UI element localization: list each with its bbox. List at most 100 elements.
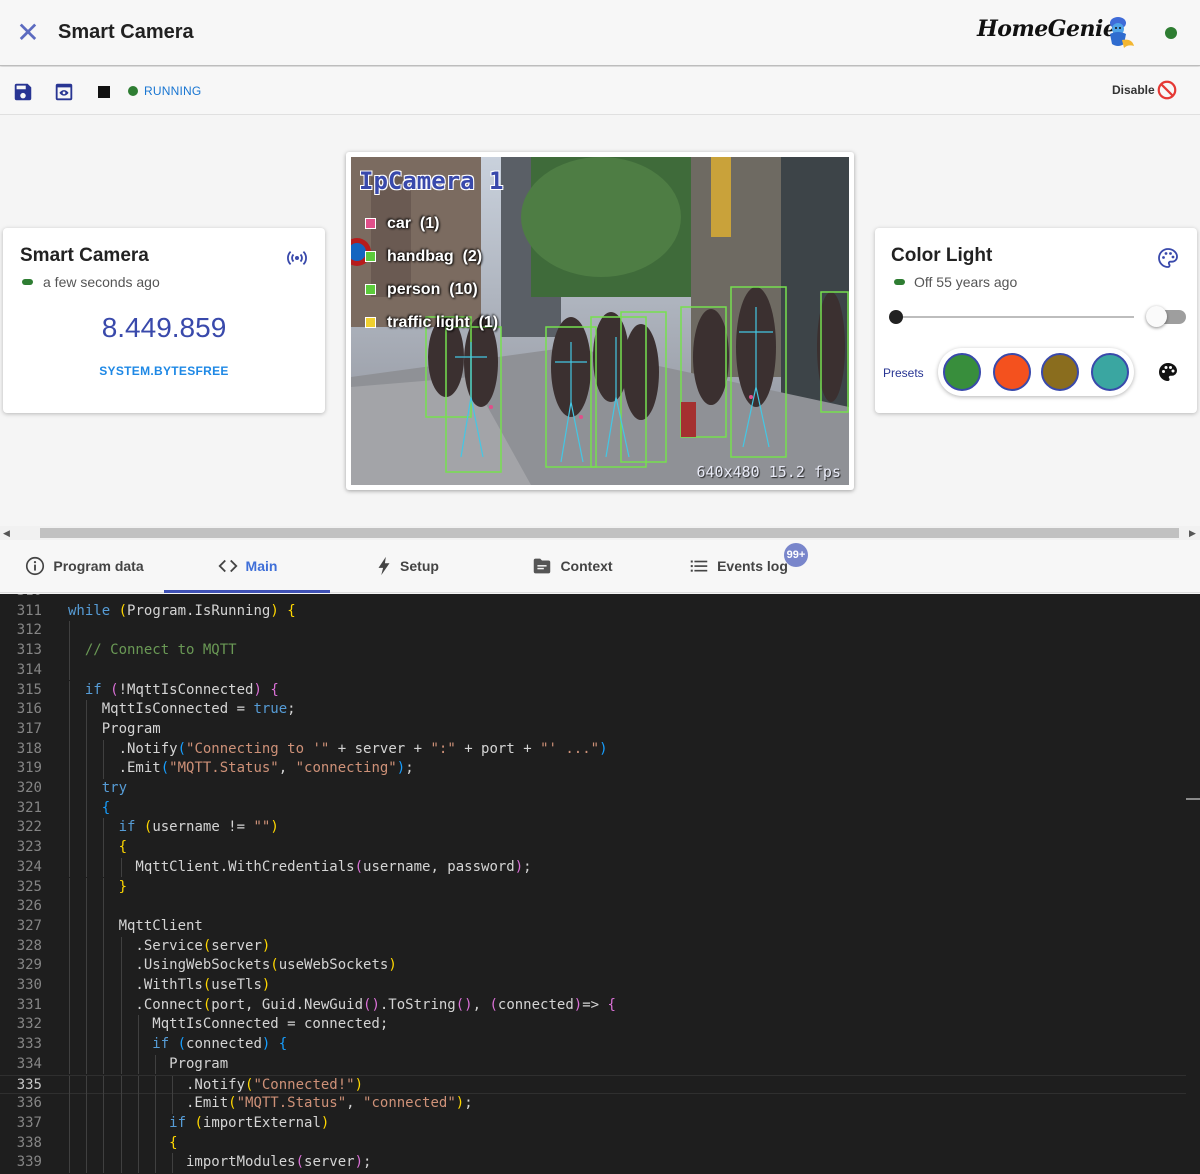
palette-icon[interactable] (1156, 246, 1180, 270)
code-line[interactable]: 331 .Connect(port, Guid.NewGuid().ToStri… (0, 995, 1186, 1016)
preset-color-2[interactable] (993, 353, 1031, 391)
code-line[interactable]: 313 // Connect to MQTT (0, 641, 1186, 661)
code-line[interactable]: 322 if (username != "") (0, 818, 1186, 839)
code-line[interactable]: 315 if (!MqttIsConnected) { (0, 680, 1186, 701)
code-line[interactable]: 328 .Service(server) (0, 936, 1186, 957)
code-line[interactable]: 312 (0, 621, 1186, 642)
block-icon[interactable] (1156, 79, 1178, 101)
broadcast-icon[interactable] (285, 246, 309, 270)
line-number: 337 (16, 1114, 42, 1131)
field-name-label[interactable]: SYSTEM.BYTESFREE (3, 364, 325, 378)
events-count-badge: 99+ (784, 543, 808, 567)
line-number: 329 (16, 957, 42, 974)
line-number: 323 (16, 839, 42, 856)
code-line[interactable]: 317 Program (0, 719, 1186, 740)
code-text: .Service(server) (68, 937, 271, 954)
save-icon[interactable] (12, 81, 34, 103)
camera-feed-image[interactable]: IpCamera 1 car (1) handbag (2) person (1… (351, 157, 849, 485)
editor-tabs: Program data Main Setup Context Events l… (0, 540, 1200, 593)
detection-color-swatch (365, 218, 376, 229)
scrollbar-thumb[interactable] (40, 528, 1179, 538)
code-line[interactable]: 311 while (Program.IsRunning) { (0, 602, 1186, 622)
code-text: .Emit("MQTT.Status", "connecting"); (68, 760, 414, 777)
code-line[interactable]: 319 .Emit("MQTT.Status", "connecting"); (0, 759, 1186, 779)
code-line[interactable]: 329 .UsingWebSockets(useWebSockets) (0, 956, 1186, 976)
code-line[interactable]: 323 { (0, 838, 1186, 858)
tab-context[interactable]: Context (520, 540, 624, 592)
color-picker-icon[interactable] (1156, 360, 1180, 384)
code-line[interactable]: 333 if (connected) { (0, 1035, 1186, 1055)
preset-color-1[interactable] (943, 353, 981, 391)
preset-color-3[interactable] (1041, 353, 1079, 391)
horizontal-scrollbar[interactable]: ◀ ▶ (0, 526, 1200, 540)
status-led (22, 279, 33, 285)
tab-program-data[interactable]: Program data (14, 540, 154, 592)
code-line[interactable]: 336 .Emit("MQTT.Status", "connected"); (0, 1094, 1186, 1114)
code-line[interactable]: 332 MqttIsConnected = connected; (0, 1015, 1186, 1036)
line-number: 330 (16, 977, 42, 993)
line-number: 315 (16, 681, 42, 698)
tab-label: Events log (717, 558, 788, 574)
code-line[interactable]: 318 .Notify("Connecting to '" + server +… (0, 739, 1186, 760)
tab-setup[interactable]: Setup (362, 540, 452, 592)
code-text: MqttIsConnected = true; (68, 701, 296, 718)
tab-events-log[interactable]: Events log (684, 540, 792, 592)
preview-icon[interactable] (53, 81, 75, 103)
scroll-right-icon[interactable]: ▶ (1189, 526, 1196, 540)
tab-label: Program data (53, 558, 144, 574)
stop-icon[interactable] (95, 83, 113, 101)
code-text: while (Program.IsRunning) { (68, 602, 296, 619)
line-number: 310 (0, 594, 42, 602)
line-number: 319 (16, 760, 42, 777)
camera-widget: IpCamera 1 car (1) handbag (2) person (1… (346, 152, 854, 490)
detection-color-swatch (365, 251, 376, 262)
code-line[interactable]: 334 Program (0, 1054, 1186, 1075)
close-icon[interactable]: ✕ (14, 19, 42, 47)
code-editor[interactable]: 310311 while (Program.IsRunning) { 312 313 … (0, 594, 1200, 1174)
code-text: Program (68, 720, 161, 737)
line-number: 311 (16, 602, 42, 619)
preset-color-4[interactable] (1091, 353, 1129, 391)
level-slider-track[interactable] (896, 316, 1134, 318)
code-line[interactable]: 320 try (0, 779, 1186, 799)
code-line[interactable]: 337 if (importExternal) (0, 1113, 1186, 1134)
tab-main[interactable]: Main (164, 540, 330, 592)
scroll-left-icon[interactable]: ◀ (3, 526, 10, 540)
editor-scroll-marker (1186, 798, 1200, 800)
program-toolbar: RUNNING Disable (0, 67, 1200, 115)
line-number: 332 (16, 1016, 42, 1033)
detection-count: (10) (449, 281, 478, 298)
code-line[interactable]: 324 MqttClient.WithCredentials(username,… (0, 857, 1186, 878)
code-line[interactable]: 316 MqttIsConnected = true; (0, 700, 1186, 720)
detection-color-swatch (365, 317, 376, 328)
code-line[interactable]: 338 { (0, 1133, 1186, 1154)
detection-traffic-light: traffic light (1) (365, 314, 498, 332)
code-line[interactable]: 314 (0, 660, 1186, 681)
line-number: 316 (16, 701, 42, 718)
power-switch-knob[interactable] (1146, 306, 1167, 327)
code-line[interactable]: 330 .WithTls(useTls) (0, 976, 1186, 996)
level-slider-thumb[interactable] (889, 310, 903, 324)
line-number: 335 (16, 1076, 42, 1093)
code-line[interactable]: 339 importModules(server); (0, 1153, 1186, 1173)
resolution-fps-label: 640x480 15.2 fps (696, 463, 842, 481)
code-text: if (importExternal) (169, 1114, 330, 1131)
code-text: { (169, 1134, 178, 1151)
code-text: .Emit("MQTT.Status", "connected"); (68, 1095, 473, 1112)
code-line[interactable]: 335 .Notify("Connected!") (0, 1074, 1186, 1096)
line-number: 325 (16, 878, 42, 895)
code-line[interactable]: 327 MqttClient (0, 916, 1186, 937)
program-status: RUNNING (144, 84, 202, 98)
indent-guide (86, 897, 88, 917)
tab-label: Main (245, 558, 278, 574)
brand-logo: HomeGenie (977, 16, 1117, 42)
code-line[interactable]: 321 { (0, 798, 1186, 819)
code-line[interactable]: 326 (0, 897, 1186, 917)
tab-label: Context (560, 558, 613, 574)
disable-button-label[interactable]: Disable (1112, 83, 1155, 97)
line-number: 336 (16, 1095, 42, 1112)
line-number: 321 (16, 799, 42, 816)
code-line[interactable]: 310 (0, 594, 1186, 602)
line-number: 318 (16, 740, 42, 757)
code-line[interactable]: 325 } (0, 877, 1186, 898)
